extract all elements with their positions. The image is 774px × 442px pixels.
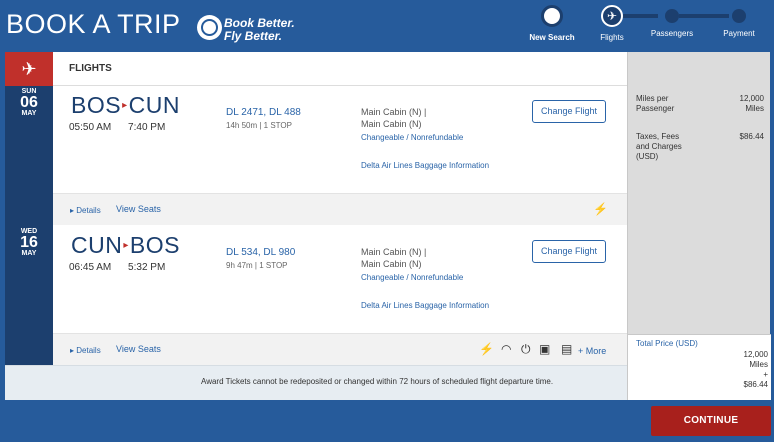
fare-rules-link[interactable]: Changeable / Nonrefundable	[361, 133, 463, 142]
cabin-class: Main Cabin (N)	[361, 119, 422, 129]
step-payment: Payment	[719, 0, 759, 38]
wifi-icon: ⚡	[593, 202, 608, 216]
date-month: MAY	[21, 250, 37, 257]
step-label: New Search	[529, 33, 575, 42]
flight-segment: BOS▸CUN 05:50 AM 7:40 PM DL 2471, DL 488…	[53, 86, 627, 226]
total-miles: 12,000	[743, 350, 768, 359]
details-label: Details	[76, 206, 101, 215]
route: BOS▸CUN	[71, 92, 180, 119]
entertainment-icon: ▤	[561, 342, 573, 356]
check-badge-icon	[197, 15, 222, 40]
tax-label-line: and Charges	[636, 142, 682, 151]
route: CUN▸BOS	[71, 232, 180, 259]
flight-segment: CUN▸BOS 06:45 AM 5:32 PM DL 534, DL 980 …	[53, 226, 627, 365]
tax-label-line: (USD)	[636, 152, 659, 161]
tagline-line-1: Book Better.	[224, 16, 295, 30]
step-label: Payment	[723, 29, 755, 38]
destination-code: CUN	[128, 92, 180, 118]
origin-code: CUN	[71, 232, 123, 258]
page-title: BOOK A TRIP	[6, 9, 181, 39]
duration-stops: 14h 50m | 1 STOP	[226, 121, 292, 130]
tagline-line-2: Fly Better.	[224, 29, 283, 43]
route-arrow-icon: ▸	[122, 100, 128, 111]
miles-amount: 12,000	[739, 94, 764, 103]
step-passengers: Passengers	[650, 0, 694, 38]
award-notice: Award Tickets cannot be redeposited or c…	[5, 365, 627, 400]
tax-label-line: Taxes, Fees	[636, 132, 680, 141]
date-day: 16	[20, 234, 38, 251]
baggage-info-link[interactable]: Delta Air Lines Baggage Information	[361, 161, 489, 170]
airplane-icon: ✈	[5, 52, 53, 86]
date-column-tail	[5, 334, 53, 365]
change-flight-button[interactable]: Change Flight	[532, 240, 606, 263]
details-toggle[interactable]: ▸ Details	[70, 346, 101, 355]
segment-footer: ▸ Details View Seats ⚡	[53, 193, 627, 225]
airplane-icon: ✈	[601, 5, 623, 27]
date-month: MAY	[21, 110, 37, 117]
power-icon: ⏻	[521, 342, 531, 356]
more-amenities-link[interactable]: + More	[578, 346, 606, 356]
segment-footer: ▸ Details View Seats ⚡ ◠ ⏻ ▣ ▤ + More	[53, 333, 627, 365]
cabin-class: Main Cabin (N)	[361, 259, 422, 269]
total-plus: +	[763, 370, 768, 379]
arrive-time: 7:40 PM	[128, 122, 166, 133]
fare-rules-link[interactable]: Changeable / Nonrefundable	[361, 273, 463, 282]
view-seats-link[interactable]: View Seats	[116, 344, 161, 354]
date-column-tail	[5, 192, 53, 226]
total-price-value: 12,000 Miles + $86.44	[744, 350, 768, 390]
continue-button[interactable]: CONTINUE	[651, 406, 771, 436]
date-day: 06	[20, 94, 38, 111]
miles-label: Miles per Passenger	[636, 94, 674, 114]
details-label: Details	[76, 346, 101, 355]
taxes-label: Taxes, Fees and Charges (USD)	[636, 132, 682, 162]
taxes-value: $86.44	[739, 132, 764, 141]
depart-time: 06:45 AM	[69, 262, 112, 273]
arrive-time: 5:32 PM	[128, 262, 166, 273]
movie-icon: ▣	[539, 342, 551, 356]
flights-header: ✈ FLIGHTS	[5, 52, 627, 86]
wifi-logo-icon: ⚡	[479, 342, 494, 356]
cabin-class: Main Cabin (N) |	[361, 107, 427, 117]
step-dot	[732, 9, 746, 23]
route-arrow-icon: ▸	[123, 240, 129, 251]
notice-text: Award Tickets cannot be redeposited or c…	[201, 377, 554, 386]
total-miles-unit: Miles	[749, 360, 768, 369]
date-badge: SUN 06 MAY	[5, 86, 53, 192]
times: 05:50 AM 7:40 PM	[69, 122, 165, 133]
step-label: Passengers	[650, 29, 694, 38]
total-price-label: Total Price (USD)	[636, 339, 698, 348]
step-flights: ✈ Flights	[597, 0, 627, 42]
section-label: FLIGHTS	[69, 63, 112, 74]
date-badge: WED 16 MAY	[5, 226, 53, 334]
new-search-button[interactable]: New Search	[526, 0, 578, 42]
times: 06:45 AM 5:32 PM	[69, 262, 165, 273]
header: BOOK A TRIP Book Better. Fly Better. New…	[0, 0, 774, 52]
trip-panel: ✈ FLIGHTS SUN 06 MAY BOS▸CUN 05:50 AM 7:…	[5, 52, 771, 400]
depart-time: 05:50 AM	[69, 122, 112, 133]
miles-unit: Miles	[745, 104, 764, 113]
miles-label-line: Passenger	[636, 104, 675, 113]
details-toggle[interactable]: ▸ Details	[70, 206, 101, 215]
origin-code: BOS	[71, 92, 122, 118]
wifi-icon: ◠	[501, 342, 512, 356]
view-seats-link[interactable]: View Seats	[116, 204, 161, 214]
miles-value: 12,000 Miles	[740, 94, 764, 114]
step-label: Flights	[600, 33, 624, 42]
duration-stops: 9h 47m | 1 STOP	[226, 261, 288, 270]
baggage-info-link[interactable]: Delta Air Lines Baggage Information	[361, 301, 489, 310]
total-price-box: Total Price (USD) 12,000 Miles + $86.44	[628, 334, 771, 400]
miles-label-line: Miles per	[636, 94, 669, 103]
step-dot	[665, 9, 679, 23]
refresh-icon	[541, 5, 563, 27]
price-summary: Miles per Passenger 12,000 Miles Taxes, …	[627, 52, 771, 400]
change-flight-button[interactable]: Change Flight	[532, 100, 606, 123]
total-cash: $86.44	[743, 380, 768, 389]
destination-code: BOS	[129, 232, 180, 258]
flight-numbers[interactable]: DL 2471, DL 488	[226, 107, 301, 118]
cabin-class: Main Cabin (N) |	[361, 247, 427, 257]
flight-numbers[interactable]: DL 534, DL 980	[226, 247, 295, 258]
